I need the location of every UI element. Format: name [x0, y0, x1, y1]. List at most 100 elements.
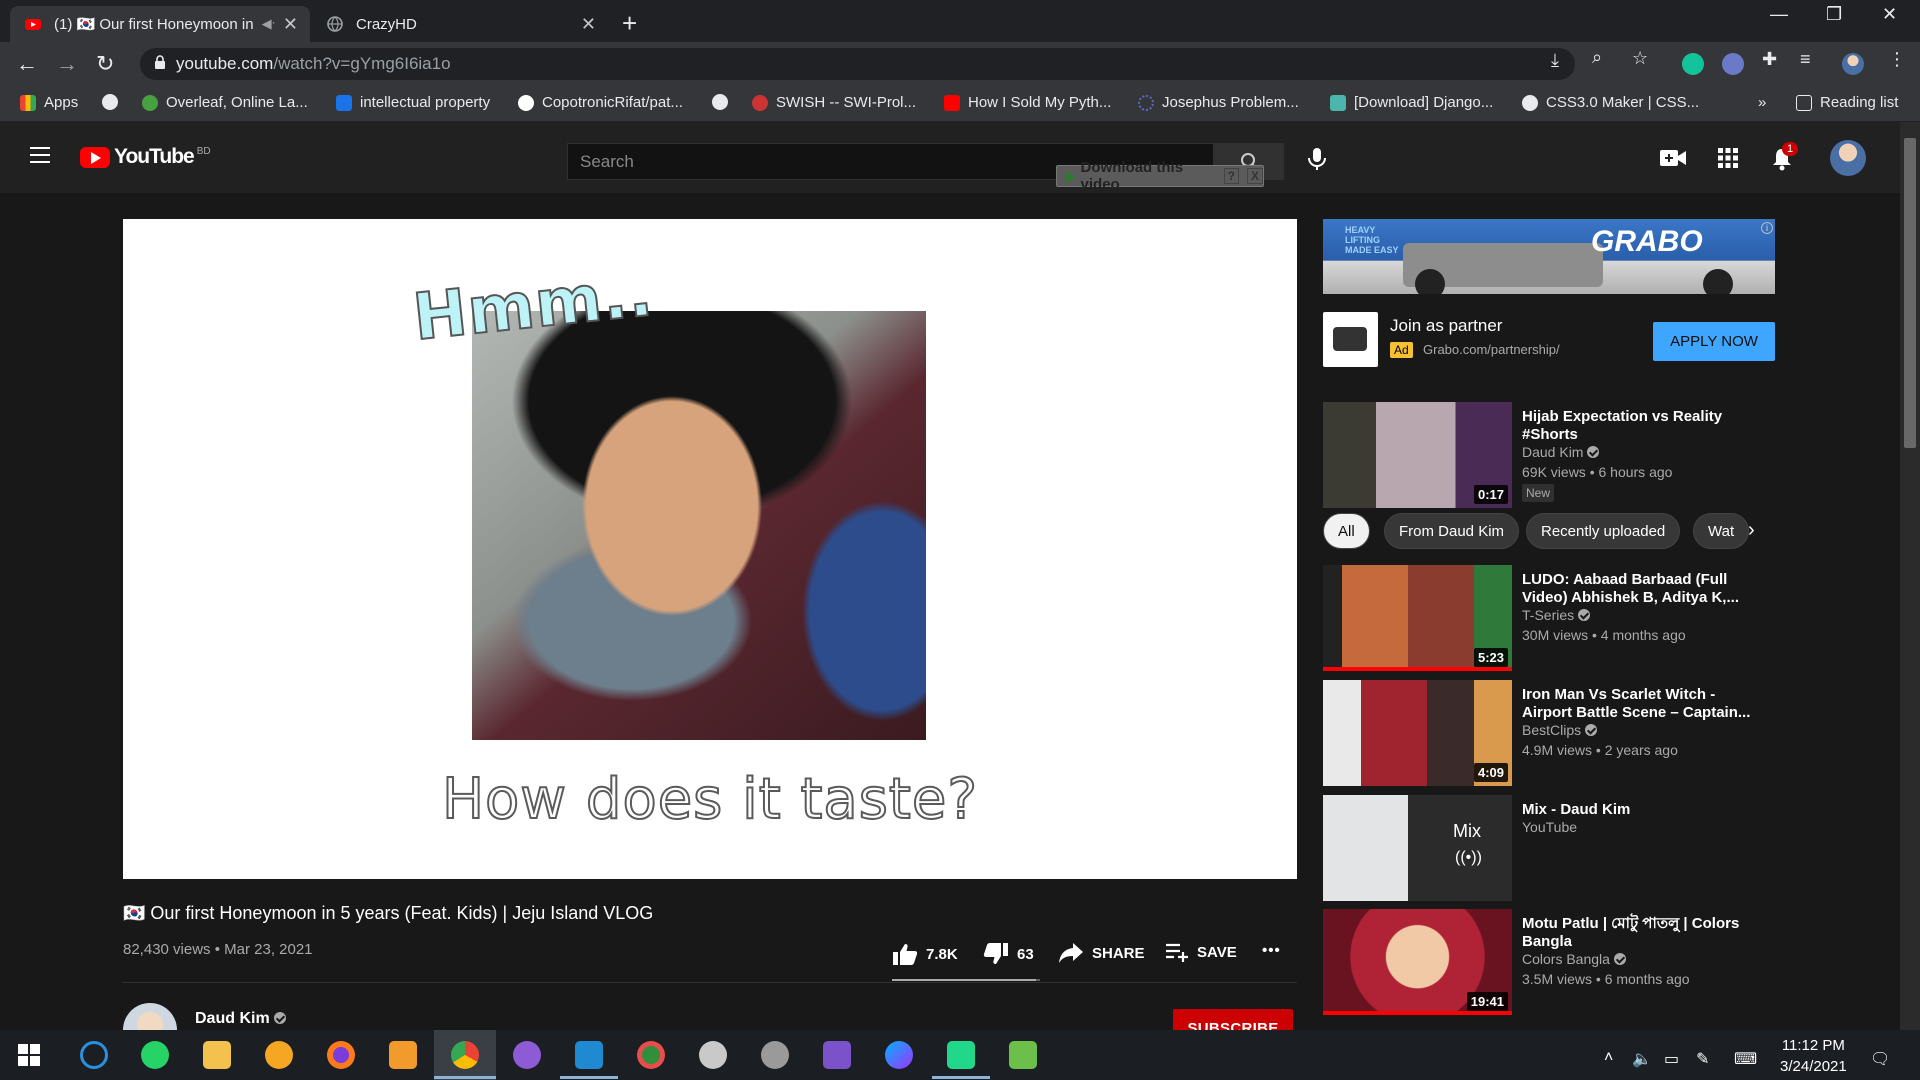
app-icon[interactable]	[265, 1041, 293, 1069]
messenger-icon[interactable]	[885, 1041, 913, 1069]
tab-close-button[interactable]: ✕	[283, 14, 298, 35]
ad-title[interactable]: Join as partner	[1390, 316, 1502, 336]
bookmarks-overflow-button[interactable]: »	[1758, 94, 1766, 111]
cortana-icon[interactable]	[80, 1041, 108, 1069]
chrome-icon[interactable]	[451, 1041, 479, 1069]
whatsapp-icon[interactable]	[141, 1041, 169, 1069]
hamburger-menu-icon[interactable]	[30, 147, 50, 163]
app-icon[interactable]	[389, 1041, 417, 1069]
restore-icon[interactable]: ❐	[1826, 4, 1842, 25]
chip-watched[interactable]: Wat	[1693, 513, 1750, 549]
channel-name[interactable]: Daud Kim	[195, 1010, 286, 1028]
recommendation-title[interactable]: Motu Patlu | মোটু পাতলু | Colors Bangla	[1522, 915, 1762, 951]
profile-avatar-icon[interactable]	[1842, 53, 1864, 75]
recommendation-channel[interactable]: Colors Bangla	[1522, 951, 1626, 967]
ad-banner[interactable]: HEAVY LIFTING MADE EASY GRABO	[1323, 219, 1775, 294]
display-icon[interactable]: ▭	[1664, 1049, 1679, 1069]
back-icon[interactable]: ←	[16, 51, 38, 77]
notifications-icon[interactable]: 🗨	[1870, 1049, 1890, 1069]
chip-from-daud-kim[interactable]: From Daud Kim	[1384, 513, 1520, 549]
address-bar[interactable]: youtube.com/watch?v=gYmg6I6ia1o	[140, 48, 1575, 80]
download-video-button[interactable]: ▶ Download this video ? X	[1056, 159, 1264, 193]
app-icon[interactable]	[761, 1041, 789, 1069]
menu-kebab-icon[interactable]: ⋮	[1888, 49, 1906, 70]
page-scrollbar[interactable]	[1900, 122, 1920, 1030]
bookmark-globe-2[interactable]	[712, 94, 736, 110]
recommendation-title[interactable]: Iron Man Vs Scarlet Witch - Airport Batt…	[1522, 686, 1762, 722]
chevron-up-icon[interactable]: ˄	[1604, 1049, 1613, 1067]
video-thumbnail[interactable]: 4:09	[1323, 680, 1512, 786]
vscode-icon[interactable]	[575, 1041, 603, 1069]
recommendation-item[interactable]: Mix ((•)) Mix - Daud Kim YouTube	[1323, 795, 1783, 901]
app-icon[interactable]	[699, 1041, 727, 1069]
firefox-icon[interactable]	[327, 1041, 355, 1069]
github-desktop-icon[interactable]	[513, 1041, 541, 1069]
bookmark-swish[interactable]: SWISH -- SWI-Prol...	[752, 94, 916, 111]
apps-grid-icon[interactable]	[1718, 148, 1738, 168]
mute-icon[interactable]: ◀ᐧ	[262, 16, 275, 32]
extension-icon[interactable]	[1722, 53, 1744, 75]
recommendation-channel[interactable]: YouTube	[1522, 819, 1577, 835]
bookmark-css3-maker[interactable]: CSS3.0 Maker | CSS...	[1522, 94, 1699, 111]
bookmark-youtube[interactable]: How I Sold My Pyth...	[944, 94, 1111, 111]
ad-thumbnail[interactable]	[1323, 312, 1378, 367]
grammarly-extension-icon[interactable]	[1682, 53, 1704, 75]
apply-now-button[interactable]: APPLY NOW	[1653, 322, 1775, 361]
chip-all[interactable]: All	[1323, 513, 1370, 549]
video-thumbnail[interactable]: 5:23	[1323, 565, 1512, 671]
recommendation-item[interactable]: 4:09 Iron Man Vs Scarlet Witch - Airport…	[1323, 680, 1783, 786]
bookmark-django[interactable]: [Download] Django...	[1330, 94, 1493, 111]
recommendation-item[interactable]: 19:41 Motu Patlu | মোটু পাতলু | Colors B…	[1323, 909, 1783, 1015]
recommendation-channel[interactable]: Daud Kim	[1522, 444, 1600, 460]
bookmark-globe[interactable]	[102, 94, 126, 110]
video-thumbnail[interactable]: 19:41	[1323, 909, 1512, 1015]
share-button[interactable]: SHARE	[1058, 942, 1145, 964]
reading-list-button[interactable]: Reading list	[1796, 94, 1898, 111]
bookmark-josephus[interactable]: Josephus Problem...	[1138, 94, 1299, 111]
pen-icon[interactable]: ✎	[1696, 1049, 1709, 1069]
file-explorer-icon[interactable]	[203, 1041, 231, 1069]
minimize-icon[interactable]: —	[1770, 4, 1788, 25]
create-video-icon[interactable]	[1660, 149, 1686, 167]
install-app-icon[interactable]: ⤓	[1551, 50, 1559, 71]
video-player[interactable]: Hmm.. How does it taste?	[123, 219, 1297, 879]
mix-thumbnail[interactable]: Mix ((•))	[1323, 795, 1512, 901]
recommendation-channel[interactable]: BestClips	[1522, 722, 1598, 738]
media-control-icon[interactable]: ≡	[1800, 49, 1811, 70]
bookmark-overleaf[interactable]: Overleaf, Online La...	[142, 94, 308, 111]
tab-crazyhd[interactable]: CrazyHD ✕	[312, 6, 608, 42]
chip-recently-uploaded[interactable]: Recently uploaded	[1526, 513, 1681, 549]
system-clock[interactable]: 11:12 PM 3/24/2021	[1780, 1035, 1847, 1077]
bookmark-github[interactable]: CopotronicRifat/pat...	[518, 94, 683, 111]
keyboard-icon[interactable]: ⌨	[1734, 1049, 1757, 1069]
reload-icon[interactable]: ↻	[96, 51, 114, 77]
youtube-logo[interactable]: YouTube BD	[80, 145, 211, 169]
tab-close-button[interactable]: ✕	[581, 14, 596, 35]
bookmark-intellectual-property[interactable]: intellectual property	[336, 94, 490, 111]
bookmark-apps[interactable]: Apps	[20, 94, 78, 111]
download-close-button[interactable]: X	[1246, 168, 1263, 184]
save-button[interactable]: SAVE	[1165, 942, 1237, 962]
scrollbar-thumb[interactable]	[1904, 138, 1916, 448]
account-avatar[interactable]	[1830, 140, 1866, 176]
bookmark-star-icon[interactable]: ☆	[1632, 48, 1648, 69]
extensions-puzzle-icon[interactable]: ✚	[1762, 49, 1777, 70]
window-close-icon[interactable]: ✕	[1882, 4, 1897, 25]
ad-info-icon[interactable]: i	[1761, 222, 1773, 234]
recommendation-title[interactable]: LUDO: Aabaad Barbaad (Full Video) Abhish…	[1522, 571, 1762, 607]
recommendation-item[interactable]: 5:23 LUDO: Aabaad Barbaad (Full Video) A…	[1323, 565, 1783, 671]
pycharm-icon[interactable]	[947, 1041, 975, 1069]
recommendation-title[interactable]: Mix - Daud Kim	[1522, 801, 1762, 819]
volume-icon[interactable]: 🔈	[1632, 1049, 1652, 1069]
chevron-right-icon[interactable]: ›	[1748, 519, 1755, 542]
windows-start-icon[interactable]	[18, 1044, 40, 1066]
video-thumbnail[interactable]: 0:17	[1323, 402, 1512, 508]
forward-icon[interactable]: →	[56, 51, 78, 77]
microphone-icon[interactable]	[1306, 147, 1328, 171]
app-icon[interactable]	[1009, 1041, 1037, 1069]
dislike-button[interactable]: 63	[983, 942, 1034, 966]
recommendation-channel[interactable]: T-Series	[1522, 607, 1591, 623]
zoom-icon[interactable]: ⌕	[1592, 47, 1602, 68]
app-icon[interactable]	[637, 1041, 665, 1069]
like-button[interactable]: 7.8K	[892, 942, 958, 966]
